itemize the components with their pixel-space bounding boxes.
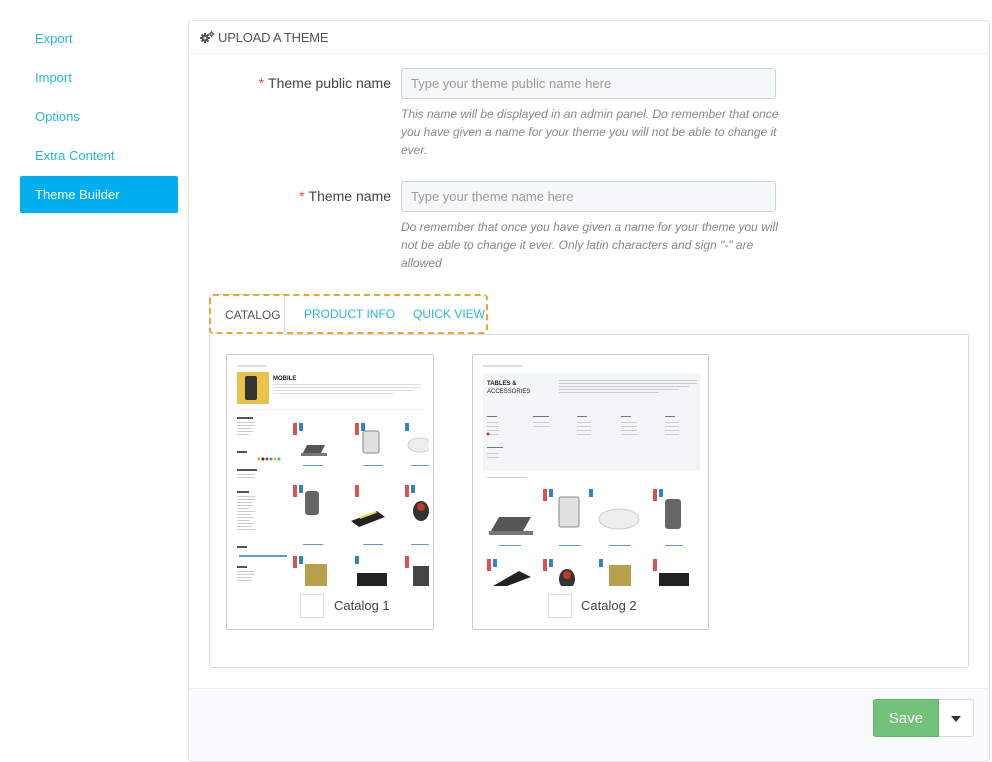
panel-title: UPLOAD A THEME [218,29,329,45]
tab-quick-view[interactable]: QUICK VIEW [398,294,500,335]
catalog-1-preview-image: MOBILE [233,361,429,586]
save-button[interactable]: Save [873,699,939,737]
catalog-2-thumb-title: TABLES & [487,381,517,387]
theme-name-input[interactable] [401,181,776,212]
catalog-card-2[interactable]: TABLES & ACCESSORIES Catalog 2 [472,354,709,630]
panel-heading: UPLOAD A THEME [189,21,989,54]
catalog-1-thumb-title: MOBILE [273,376,296,382]
public-name-input[interactable] [401,68,776,99]
layout-tabs: CATALOG PRODUCT INFO QUICK VIEW [209,294,969,335]
catalog-card-1[interactable]: MOBILE Catalog 1 [226,354,434,630]
public-name-label: * Theme public name [258,75,391,91]
caret-down-icon [951,716,961,722]
catalog-2-select-checkbox[interactable] [548,594,572,618]
tab-product-info[interactable]: PRODUCT INFO [289,294,410,335]
sidebar-item-options[interactable]: Options [20,98,178,135]
upload-theme-panel: UPLOAD A THEME *Theme public name This n… [188,20,990,762]
panel-footer: Save [189,688,989,761]
theme-name-help: Do remember that once you have given a n… [401,220,778,270]
catalog-1-label: Catalog 1 [334,598,390,613]
save-options-dropdown[interactable] [939,699,974,737]
sidebar: Export Import Options Extra Content Them… [20,20,178,215]
tab-catalog[interactable]: CATALOG [209,294,285,335]
required-mark: * [258,75,265,91]
public-name-help: This name will be displayed in an admin … [401,107,779,157]
catalog-2-thumb-title-2: ACCESSORIES [487,389,530,395]
catalog-2-label: Catalog 2 [581,598,637,613]
catalog-2-preview-image: TABLES & ACCESSORIES [479,361,704,586]
catalog-tab-content: MOBILE Catalog 1 TABLES & ACCESSORIES Ca… [209,334,969,668]
required-mark: * [299,188,305,204]
sidebar-item-import[interactable]: Import [20,59,178,96]
sidebar-item-export[interactable]: Export [20,20,178,57]
sidebar-item-extra-content[interactable]: Extra Content [20,137,178,174]
cogs-icon [199,30,215,44]
sidebar-item-theme-builder[interactable]: Theme Builder [20,176,178,213]
theme-name-label: * Theme name [299,188,391,204]
catalog-1-select-checkbox[interactable] [300,594,324,618]
